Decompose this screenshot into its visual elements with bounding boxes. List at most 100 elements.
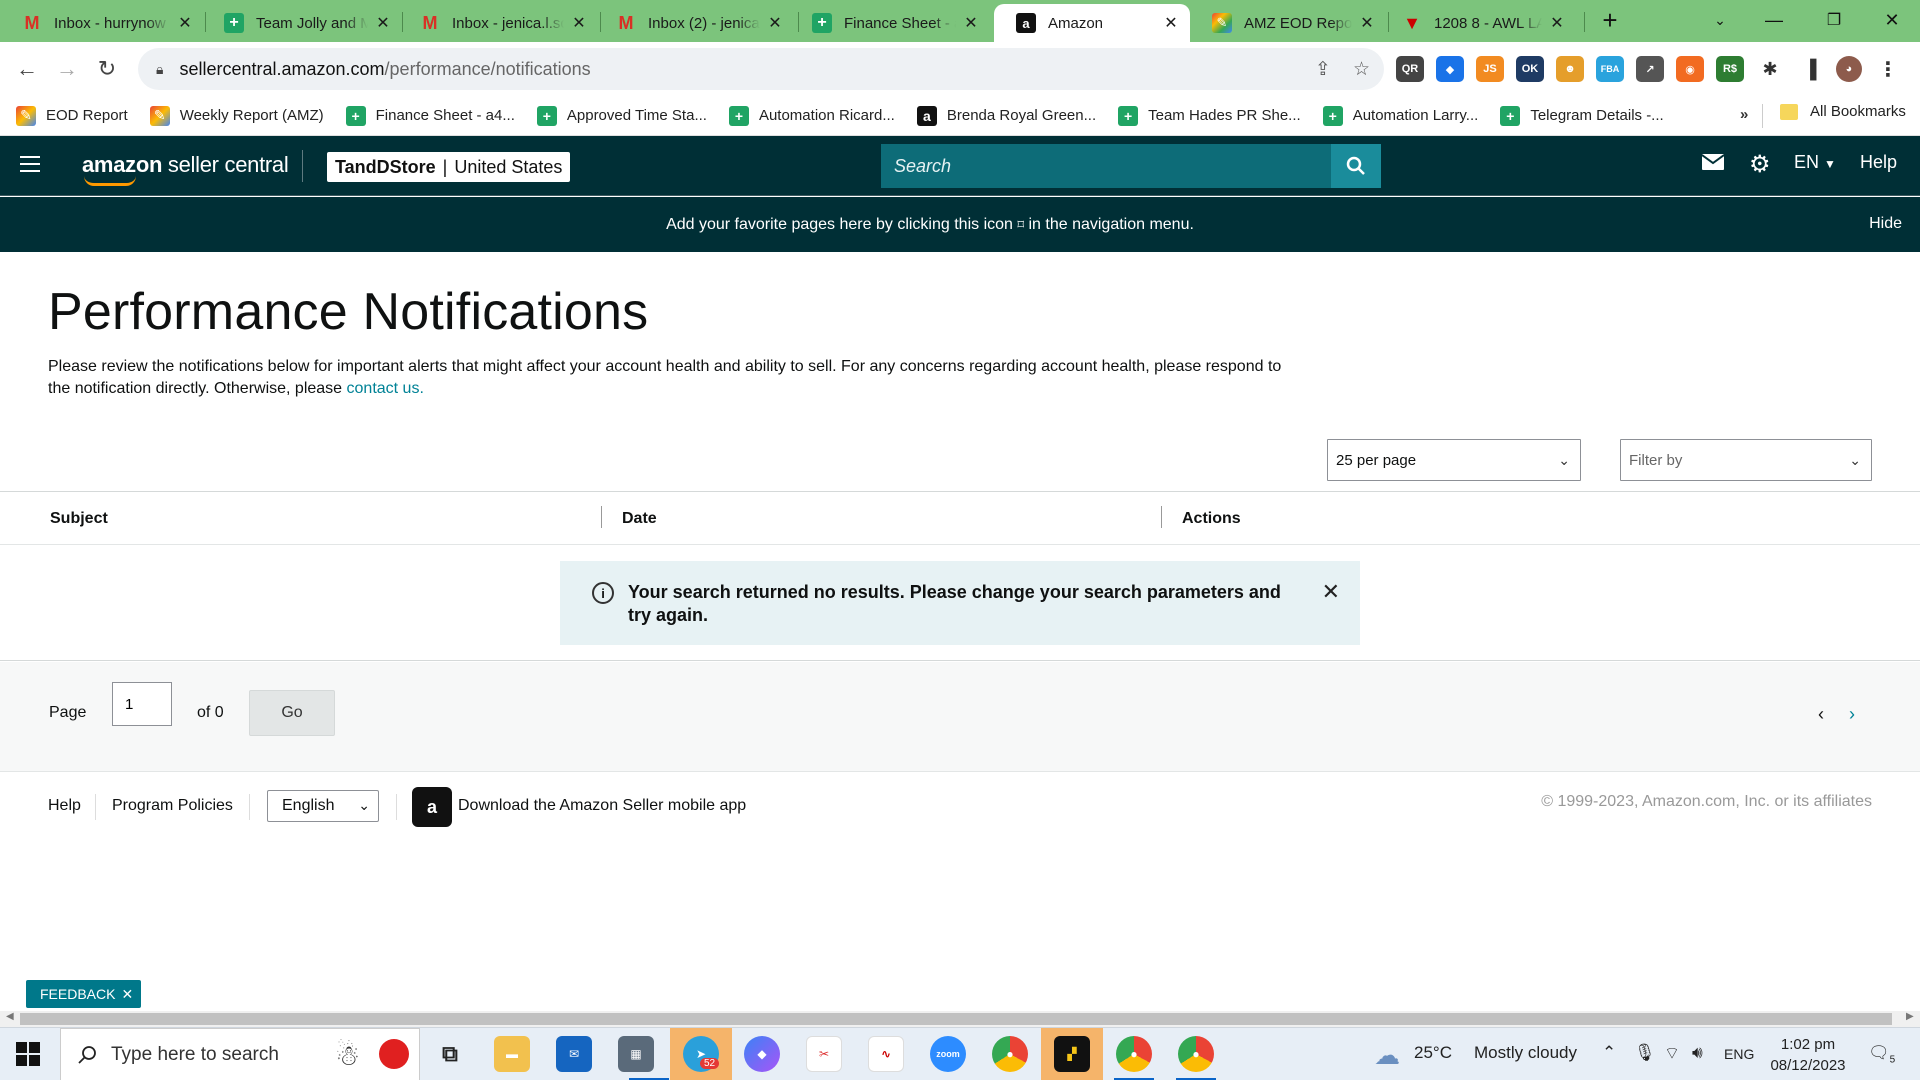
microphone-icon[interactable]: 🎙︎ [1634, 1043, 1656, 1063]
tab-inbox-jenica[interactable]: M Inbox - jenica.l.sc ✕ [398, 4, 598, 42]
close-icon[interactable]: ✕ [1358, 13, 1376, 33]
puzzle-extensions-icon[interactable]: ✱ [1756, 56, 1784, 82]
extension-icon[interactable]: JS [1476, 56, 1504, 82]
kebab-menu-icon[interactable]: ⋮ [1874, 56, 1902, 82]
seller-search-input[interactable] [881, 144, 1331, 188]
chrome-profile-icon[interactable]: ● [1116, 1036, 1152, 1072]
sticky-notes-icon[interactable]: ▞ [1054, 1036, 1090, 1072]
footer-help-link[interactable]: Help [48, 797, 81, 815]
tab-inbox-2-jenica[interactable]: M Inbox (2) - jenica ✕ [594, 4, 794, 42]
bookmarks-overflow-chevron[interactable]: » [1740, 106, 1748, 123]
close-icon[interactable]: ✕ [1322, 579, 1340, 645]
filter-by-select[interactable]: Filter by ⌄ [1620, 439, 1872, 481]
bookmark-telegram-details[interactable]: + Telegram Details -... [1500, 105, 1664, 126]
tab-amazon-active[interactable]: a Amazon ✕ [994, 4, 1190, 42]
bookmark-automation-ricard[interactable]: + Automation Ricard... [728, 105, 895, 126]
page-number-input[interactable] [112, 682, 172, 726]
copilot-icon[interactable]: ◆ [744, 1036, 780, 1072]
contact-us-link[interactable]: contact us. [347, 380, 424, 397]
tab-search-chevron-icon[interactable]: ⌄ [1692, 0, 1748, 40]
speaker-icon[interactable]: 🔊︎ [1692, 1043, 1703, 1063]
search-button[interactable] [1331, 144, 1381, 188]
weather-description[interactable]: Mostly cloudy [1474, 1043, 1577, 1063]
bookmark-automation-larry[interactable]: + Automation Larry... [1322, 105, 1478, 126]
notification-center-icon[interactable]: 🗨︎5 [1868, 1043, 1895, 1065]
share-icon[interactable]: ⇪ [1315, 58, 1331, 81]
cloud-weather-icon[interactable]: ☁ [1374, 1040, 1400, 1071]
chrome-icon[interactable]: ● [992, 1036, 1028, 1072]
chrome-profile-icon[interactable]: ● [1178, 1036, 1214, 1072]
hide-banner-link[interactable]: Hide [1869, 215, 1902, 233]
address-bar[interactable]: 🔒︎ sellercentral.amazon.com/performance/… [138, 48, 1384, 90]
scroll-left-arrow-icon[interactable]: ◀ [6, 1011, 14, 1022]
close-icon[interactable]: ✕ [766, 13, 784, 33]
close-icon[interactable]: ✕ [176, 13, 194, 33]
settings-gear-icon[interactable]: ⚙ [1749, 150, 1771, 179]
extension-icon[interactable]: FBA [1596, 56, 1624, 82]
per-page-select[interactable]: 25 per page ⌄ [1327, 439, 1581, 481]
new-tab-button[interactable]: + [1582, 0, 1638, 40]
column-subject[interactable]: Subject [50, 510, 108, 528]
back-arrow-icon[interactable]: ← [12, 54, 42, 84]
feedback-button[interactable]: FEEDBACK ✕ [26, 980, 142, 1008]
help-link[interactable]: Help [1860, 152, 1897, 173]
horizontal-scrollbar[interactable]: ◀ ▶ [0, 1011, 1920, 1027]
calculator-icon[interactable]: ▦ [618, 1036, 654, 1072]
wifi-icon[interactable]: ⌔ [1664, 1043, 1680, 1064]
extension-icon[interactable]: R$ [1716, 56, 1744, 82]
mail-app-icon[interactable]: ✉ [556, 1036, 592, 1072]
task-view-icon[interactable]: ⧉ [432, 1036, 468, 1072]
amazon-app-icon[interactable]: a [412, 787, 452, 827]
bookmark-star-icon[interactable]: ☆ [1353, 58, 1370, 81]
scroll-right-arrow-icon[interactable]: ▶ [1906, 1011, 1914, 1022]
taskbar-search[interactable]: Type here to search ☃ [60, 1028, 420, 1080]
download-app-link[interactable]: Download the Amazon Seller mobile app [458, 797, 746, 815]
weather-temperature[interactable]: 25°C [1414, 1043, 1452, 1063]
tab-team-jolly[interactable]: + Team Jolly and M ✕ [202, 4, 402, 42]
close-icon[interactable]: ✕ [570, 13, 588, 33]
bookmark-finance-sheet[interactable]: + Finance Sheet - a4... [345, 105, 515, 126]
column-date[interactable]: Date [622, 510, 657, 528]
lock-icon[interactable]: 🔒︎ [156, 61, 163, 78]
program-policies-link[interactable]: Program Policies [112, 797, 233, 815]
minimize-button[interactable]: — [1746, 0, 1802, 40]
activity-monitor-icon[interactable]: ∿ [868, 1036, 904, 1072]
go-button[interactable]: Go [249, 690, 335, 736]
store-selector[interactable]: TandDStore | United States [327, 152, 571, 182]
extension-icon[interactable]: ◆ [1436, 56, 1464, 82]
language-selector[interactable]: EN ▼ [1794, 152, 1836, 173]
bookmark-brenda-royal[interactable]: a Brenda Royal Green... [916, 105, 1096, 126]
close-icon[interactable]: ✕ [121, 986, 133, 1003]
all-bookmarks-button[interactable]: All Bookmarks [1780, 103, 1906, 120]
footer-language-select[interactable]: English ⌄ [267, 790, 379, 822]
reload-icon[interactable]: ↻ [92, 54, 122, 84]
forward-arrow-icon[interactable]: → [52, 54, 82, 84]
chevron-left-icon[interactable]: ‹ [1818, 704, 1824, 725]
profile-avatar[interactable]: ◕ [1836, 56, 1862, 82]
extension-icon[interactable]: ↗ [1636, 56, 1664, 82]
extension-icon[interactable]: QR [1396, 56, 1424, 82]
tab-awl[interactable]: ▼ 1208 8 - AWL LA ✕ [1380, 4, 1576, 42]
scrollbar-thumb[interactable] [20, 1013, 1892, 1025]
input-language[interactable]: ENG [1724, 1046, 1754, 1062]
chevron-up-icon[interactable]: ⌃ [1602, 1043, 1616, 1063]
seller-central-logo[interactable]: amazon seller central [82, 152, 289, 186]
bookmark-weekly-report[interactable]: ✎ Weekly Report (AMZ) [149, 105, 324, 126]
restore-button[interactable]: ❐ [1806, 0, 1862, 40]
tab-amz-eod-report[interactable]: ✎ AMZ EOD Repor ✕ [1190, 4, 1386, 42]
close-icon[interactable]: ✕ [1548, 13, 1566, 33]
file-explorer-icon[interactable]: ▬ [494, 1036, 530, 1072]
bookmark-team-hades[interactable]: + Team Hades PR She... [1118, 105, 1301, 126]
snipping-tool-icon[interactable]: ✂ [806, 1036, 842, 1072]
bookmark-approved-time[interactable]: + Approved Time Sta... [536, 105, 707, 126]
hamburger-menu-icon[interactable] [20, 156, 40, 177]
bookmark-eod-report[interactable]: ✎ EOD Report [16, 105, 128, 126]
tab-finance-sheet[interactable]: + Finance Sheet - a ✕ [790, 4, 990, 42]
close-icon[interactable]: ✕ [1162, 13, 1180, 33]
extension-icon[interactable]: OK [1516, 56, 1544, 82]
tab-inbox-hurrynow[interactable]: M Inbox - hurrynow ✕ [0, 4, 204, 42]
system-clock[interactable]: 1:02 pm 08/12/2023 [1768, 1034, 1848, 1076]
chevron-right-icon[interactable]: › [1849, 704, 1855, 725]
close-icon[interactable]: ✕ [374, 13, 392, 33]
extension-icon[interactable]: ☻ [1556, 56, 1584, 82]
